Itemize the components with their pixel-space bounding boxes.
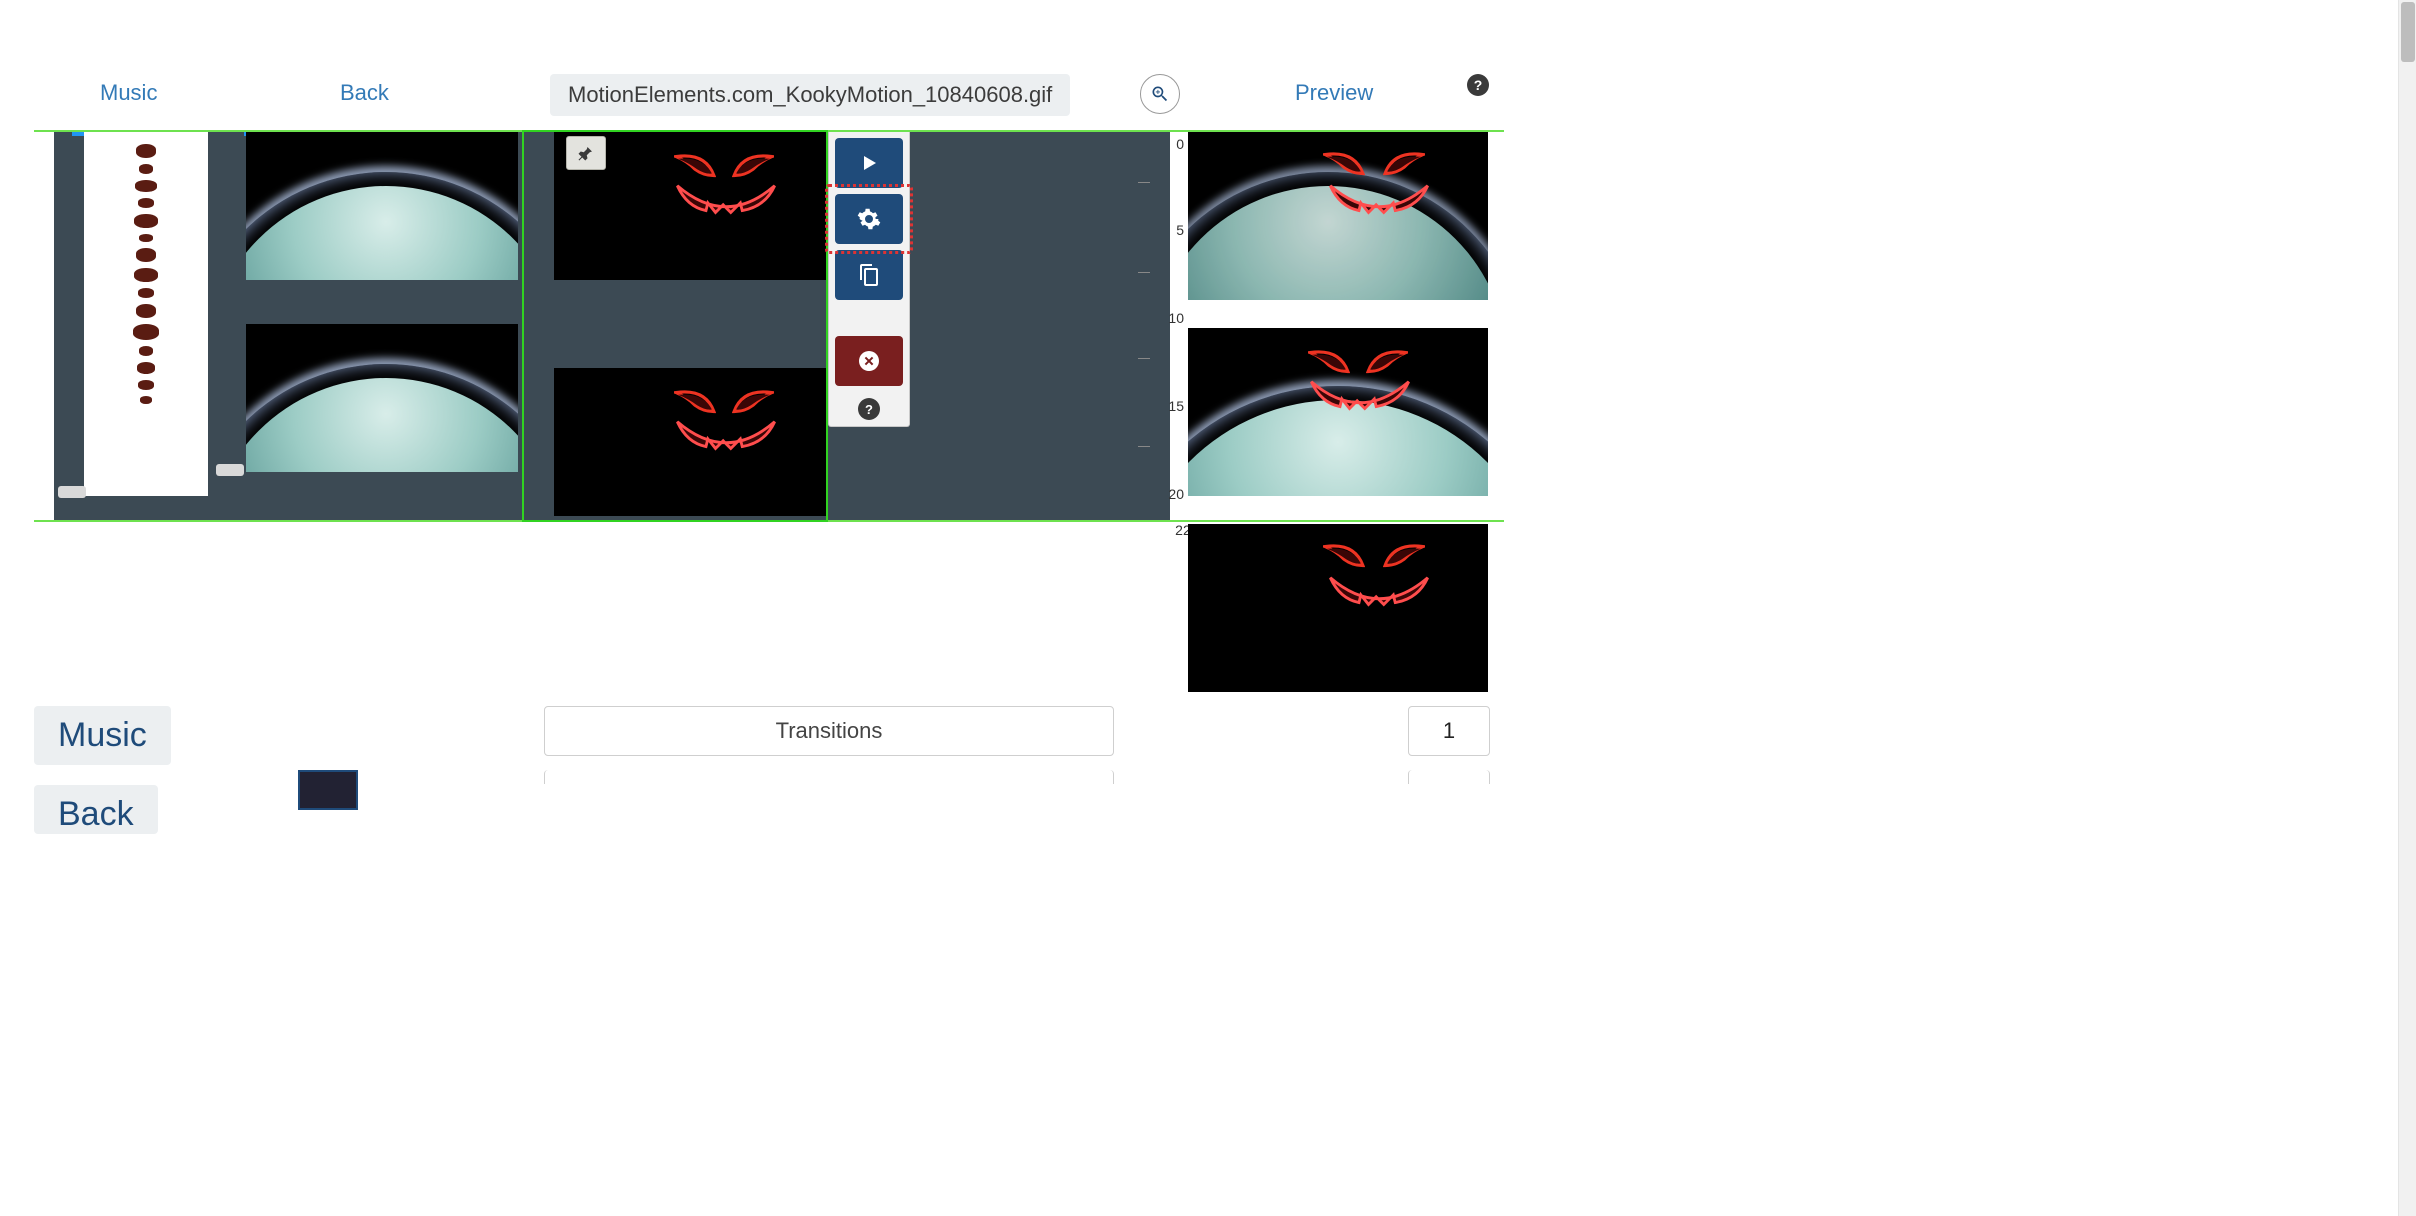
- ruler-tick: 15: [1138, 398, 1184, 414]
- play-icon: [857, 151, 881, 175]
- music-selection-marker: [72, 132, 84, 136]
- music-drag-handle[interactable]: [58, 486, 86, 498]
- panel-help-button[interactable]: ?: [858, 398, 880, 420]
- clip-action-panel: ?: [828, 132, 910, 427]
- back-layer-thumbnail[interactable]: [298, 770, 358, 810]
- timeline-header: Music Back Preview MotionElements.com_Ko…: [0, 80, 1540, 128]
- column-header-back: Back: [340, 80, 389, 106]
- focus-clip-2[interactable]: [554, 368, 826, 516]
- preview-thumb-1[interactable]: [1188, 132, 1488, 300]
- zoom-in-icon: [1150, 84, 1170, 104]
- section-title-music[interactable]: Music: [34, 706, 171, 765]
- selected-clip-filename: MotionElements.com_KookyMotion_10840608.…: [550, 74, 1070, 116]
- delete-button[interactable]: [835, 336, 903, 386]
- ruler-tick: 10: [1138, 310, 1184, 326]
- layers-section: Music Transitions 1 Back: [34, 706, 1494, 834]
- section-title-back[interactable]: Back: [34, 785, 158, 834]
- close-circle-icon: [857, 349, 881, 373]
- settings-button[interactable]: [835, 194, 903, 244]
- preview-column: [1188, 132, 1488, 720]
- timeline-editor: ? 0 5 10 15 20 22.200: [34, 130, 1504, 522]
- copy-icon: [857, 263, 881, 287]
- column-header-music: Music: [100, 80, 157, 106]
- back-drag-handle[interactable]: [216, 464, 244, 476]
- transitions-dropdown[interactable]: Transitions: [544, 706, 1114, 756]
- pin-icon: [577, 144, 595, 162]
- back-clip-1[interactable]: [246, 132, 518, 280]
- transitions-count[interactable]: 1: [1408, 706, 1490, 756]
- preview-thumb-3[interactable]: [1188, 524, 1488, 692]
- column-header-preview: Preview: [1295, 80, 1373, 106]
- pin-button[interactable]: [566, 136, 606, 170]
- ruler-tick: 5: [1138, 222, 1184, 238]
- zoom-in-button[interactable]: [1140, 74, 1180, 114]
- back-clip-2[interactable]: [246, 324, 518, 472]
- vertical-scrollbar[interactable]: [2398, 0, 2416, 1216]
- preview-thumb-2[interactable]: [1188, 328, 1488, 496]
- ruler-tick: 20: [1138, 486, 1184, 502]
- back-transitions-dropdown[interactable]: [544, 770, 1114, 784]
- gear-icon: [857, 207, 881, 231]
- help-button[interactable]: ?: [1467, 74, 1489, 96]
- ruler-tick: 0: [1138, 136, 1184, 152]
- back-transitions-count[interactable]: [1408, 770, 1490, 784]
- duplicate-button[interactable]: [835, 250, 903, 300]
- scrollbar-thumb[interactable]: [2401, 2, 2415, 62]
- waveform-icon: [133, 144, 159, 404]
- play-button[interactable]: [835, 138, 903, 188]
- music-waveform-clip[interactable]: [84, 132, 208, 496]
